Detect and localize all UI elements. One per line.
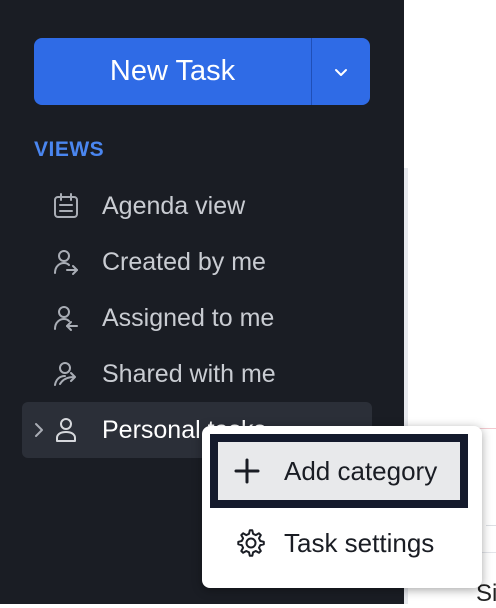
plus-icon [234,458,260,484]
sidebar-item-agenda-view[interactable]: Agenda view [22,178,372,234]
gear-icon [237,529,265,557]
user-share-icon [54,362,76,386]
sidebar-item-label: Shared with me [102,359,276,388]
task-settings-menu-item[interactable]: Task settings [210,510,466,576]
chevron-down-icon [335,68,347,76]
divider [486,525,496,526]
views-heading: VIEWS [34,138,105,161]
sidebar-item-assigned-to-me[interactable]: Assigned to me [22,290,372,346]
user-arrow-right-icon [54,250,78,275]
sidebar-item-created-by-me[interactable]: Created by me [22,234,372,290]
new-task-button-group: New Task [34,38,370,105]
calendar-list-icon [54,193,78,218]
user-icon [56,418,76,442]
sidebar-item-shared-with-me[interactable]: Shared with me [22,346,372,402]
chevron-right-icon[interactable] [32,421,46,439]
menu-item-label: Add category [284,455,438,486]
new-task-button[interactable]: New Task [34,38,312,105]
sidebar-item-label: Assigned to me [102,303,275,332]
sidebar-item-label: Agenda view [102,191,246,220]
context-menu: Add category Task settings [202,426,482,588]
sidebar-item-label: Created by me [102,247,266,276]
new-task-dropdown-button[interactable] [312,38,370,105]
add-category-menu-item[interactable]: Add category [210,434,468,508]
user-arrow-left-icon [54,306,78,331]
menu-item-label: Task settings [284,527,435,558]
